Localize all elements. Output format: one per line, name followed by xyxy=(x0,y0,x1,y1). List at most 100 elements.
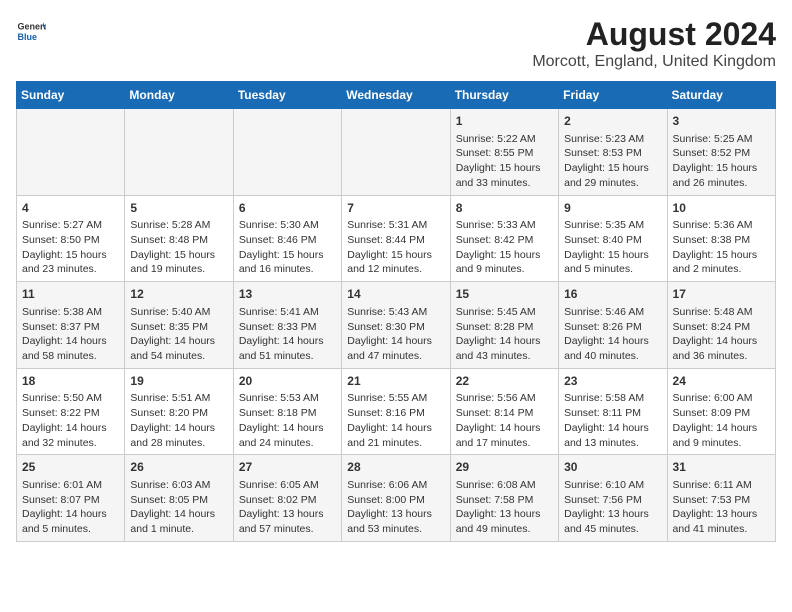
day-info: Sunrise: 5:48 AM Sunset: 8:24 PM Dayligh… xyxy=(673,305,770,364)
day-number: 1 xyxy=(456,113,553,130)
day-info: Sunrise: 5:25 AM Sunset: 8:52 PM Dayligh… xyxy=(673,132,770,191)
calendar-cell: 25 Sunrise: 6:01 AM Sunset: 8:07 PM Dayli… xyxy=(17,455,125,542)
day-info: Sunrise: 5:43 AM Sunset: 8:30 PM Dayligh… xyxy=(347,305,444,364)
day-info: Sunrise: 5:55 AM Sunset: 8:16 PM Dayligh… xyxy=(347,391,444,450)
calendar-cell: 4Sunrise: 5:27 AM Sunset: 8:50 PM Daylig… xyxy=(17,195,125,282)
calendar-cell: 17Sunrise: 5:48 AM Sunset: 8:24 PM Dayli… xyxy=(667,282,775,369)
calendar-cell: 29Sunrise: 6:08 AM Sunset: 7:58 PM Dayli… xyxy=(450,455,558,542)
day-number: 23 xyxy=(564,373,661,390)
calendar-cell: 5Sunrise: 5:28 AM Sunset: 8:48 PM Daylig… xyxy=(125,195,233,282)
page-header: General Blue August 2024 Morcott, Englan… xyxy=(16,16,776,71)
calendar-table: SundayMondayTuesdayWednesdayThursdayFrid… xyxy=(16,81,776,542)
day-number: 11 xyxy=(22,286,119,303)
day-number: 19 xyxy=(130,373,227,390)
day-info: Sunrise: 6:00 AM Sunset: 8:09 PM Dayligh… xyxy=(673,391,770,450)
day-number: 22 xyxy=(456,373,553,390)
calendar-cell: 22Sunrise: 5:56 AM Sunset: 8:14 PM Dayli… xyxy=(450,368,558,455)
day-number: 4 xyxy=(22,200,119,217)
day-info: Sunrise: 6:05 AM Sunset: 8:02 PM Dayligh… xyxy=(239,478,336,537)
day-number: 12 xyxy=(130,286,227,303)
day-number: 14 xyxy=(347,286,444,303)
calendar-title: August 2024 xyxy=(532,16,776,53)
day-info: Sunrise: 6:01 AM Sunset: 8:07 PM Dayligh… xyxy=(22,478,119,537)
day-info: Sunrise: 5:31 AM Sunset: 8:44 PM Dayligh… xyxy=(347,218,444,277)
day-info: Sunrise: 5:33 AM Sunset: 8:42 PM Dayligh… xyxy=(456,218,553,277)
svg-text:General: General xyxy=(18,22,47,32)
day-info: Sunrise: 5:35 AM Sunset: 8:40 PM Dayligh… xyxy=(564,218,661,277)
day-info: Sunrise: 5:53 AM Sunset: 8:18 PM Dayligh… xyxy=(239,391,336,450)
header-cell-wednesday: Wednesday xyxy=(342,82,450,109)
day-number: 25 xyxy=(22,459,119,476)
calendar-cell: 15Sunrise: 5:45 AM Sunset: 8:28 PM Dayli… xyxy=(450,282,558,369)
header-cell-sunday: Sunday xyxy=(17,82,125,109)
day-number: 7 xyxy=(347,200,444,217)
day-info: Sunrise: 5:51 AM Sunset: 8:20 PM Dayligh… xyxy=(130,391,227,450)
day-number: 18 xyxy=(22,373,119,390)
day-number: 28 xyxy=(347,459,444,476)
calendar-cell: 10Sunrise: 5:36 AM Sunset: 8:38 PM Dayli… xyxy=(667,195,775,282)
day-number: 5 xyxy=(130,200,227,217)
calendar-cell: 21Sunrise: 5:55 AM Sunset: 8:16 PM Dayli… xyxy=(342,368,450,455)
calendar-cell xyxy=(342,109,450,196)
calendar-cell: 6Sunrise: 5:30 AM Sunset: 8:46 PM Daylig… xyxy=(233,195,341,282)
calendar-cell: 19Sunrise: 5:51 AM Sunset: 8:20 PM Dayli… xyxy=(125,368,233,455)
day-info: Sunrise: 5:56 AM Sunset: 8:14 PM Dayligh… xyxy=(456,391,553,450)
calendar-cell: 13Sunrise: 5:41 AM Sunset: 8:33 PM Dayli… xyxy=(233,282,341,369)
calendar-cell xyxy=(233,109,341,196)
calendar-cell: 20Sunrise: 5:53 AM Sunset: 8:18 PM Dayli… xyxy=(233,368,341,455)
calendar-week-row: 18Sunrise: 5:50 AM Sunset: 8:22 PM Dayli… xyxy=(17,368,776,455)
calendar-cell: 30 Sunrise: 6:10 AM Sunset: 7:56 PM Dayli… xyxy=(559,455,667,542)
day-info: Sunrise: 6:06 AM Sunset: 8:00 PM Dayligh… xyxy=(347,478,444,537)
day-number: 20 xyxy=(239,373,336,390)
day-info: Sunrise: 5:23 AM Sunset: 8:53 PM Dayligh… xyxy=(564,132,661,191)
calendar-cell: 28 Sunrise: 6:06 AM Sunset: 8:00 PM Dayli… xyxy=(342,455,450,542)
day-number: 31 xyxy=(673,459,770,476)
calendar-cell xyxy=(17,109,125,196)
day-info: Sunrise: 5:28 AM Sunset: 8:48 PM Dayligh… xyxy=(130,218,227,277)
title-area: August 2024 Morcott, England, United Kin… xyxy=(532,16,776,71)
calendar-week-row: 1 Sunrise: 5:22 AM Sunset: 8:55 PM Daylig… xyxy=(17,109,776,196)
calendar-subtitle: Morcott, England, United Kingdom xyxy=(532,53,776,71)
day-number: 27 xyxy=(239,459,336,476)
header-cell-saturday: Saturday xyxy=(667,82,775,109)
day-info: Sunrise: 5:50 AM Sunset: 8:22 PM Dayligh… xyxy=(22,391,119,450)
day-number: 10 xyxy=(673,200,770,217)
day-info: Sunrise: 5:58 AM Sunset: 8:11 PM Dayligh… xyxy=(564,391,661,450)
header-cell-monday: Monday xyxy=(125,82,233,109)
day-number: 2 xyxy=(564,113,661,130)
day-info: Sunrise: 5:36 AM Sunset: 8:38 PM Dayligh… xyxy=(673,218,770,277)
logo-icon: General Blue xyxy=(16,16,46,46)
day-info: Sunrise: 5:30 AM Sunset: 8:46 PM Dayligh… xyxy=(239,218,336,277)
calendar-week-row: 4Sunrise: 5:27 AM Sunset: 8:50 PM Daylig… xyxy=(17,195,776,282)
calendar-cell: 14 Sunrise: 5:43 AM Sunset: 8:30 PM Dayli… xyxy=(342,282,450,369)
calendar-cell: 2 Sunrise: 5:23 AM Sunset: 8:53 PM Daylig… xyxy=(559,109,667,196)
day-number: 13 xyxy=(239,286,336,303)
logo: General Blue xyxy=(16,16,46,46)
header-cell-friday: Friday xyxy=(559,82,667,109)
day-number: 24 xyxy=(673,373,770,390)
day-info: Sunrise: 6:10 AM Sunset: 7:56 PM Dayligh… xyxy=(564,478,661,537)
calendar-cell: 18Sunrise: 5:50 AM Sunset: 8:22 PM Dayli… xyxy=(17,368,125,455)
calendar-body: 1 Sunrise: 5:22 AM Sunset: 8:55 PM Daylig… xyxy=(17,109,776,542)
day-number: 9 xyxy=(564,200,661,217)
header-cell-tuesday: Tuesday xyxy=(233,82,341,109)
calendar-cell: 24Sunrise: 6:00 AM Sunset: 8:09 PM Dayli… xyxy=(667,368,775,455)
calendar-cell: 26 Sunrise: 6:03 AM Sunset: 8:05 PM Dayli… xyxy=(125,455,233,542)
day-number: 26 xyxy=(130,459,227,476)
calendar-cell: 3 Sunrise: 5:25 AM Sunset: 8:52 PM Daylig… xyxy=(667,109,775,196)
day-info: Sunrise: 5:40 AM Sunset: 8:35 PM Dayligh… xyxy=(130,305,227,364)
day-number: 3 xyxy=(673,113,770,130)
calendar-cell: 16Sunrise: 5:46 AM Sunset: 8:26 PM Dayli… xyxy=(559,282,667,369)
day-info: Sunrise: 6:03 AM Sunset: 8:05 PM Dayligh… xyxy=(130,478,227,537)
calendar-cell: 7Sunrise: 5:31 AM Sunset: 8:44 PM Daylig… xyxy=(342,195,450,282)
day-number: 30 xyxy=(564,459,661,476)
day-info: Sunrise: 5:22 AM Sunset: 8:55 PM Dayligh… xyxy=(456,132,553,191)
calendar-cell: 11 Sunrise: 5:38 AM Sunset: 8:37 PM Dayli… xyxy=(17,282,125,369)
day-number: 21 xyxy=(347,373,444,390)
day-info: Sunrise: 6:08 AM Sunset: 7:58 PM Dayligh… xyxy=(456,478,553,537)
calendar-header-row: SundayMondayTuesdayWednesdayThursdayFrid… xyxy=(17,82,776,109)
day-info: Sunrise: 6:11 AM Sunset: 7:53 PM Dayligh… xyxy=(673,478,770,537)
day-info: Sunrise: 5:38 AM Sunset: 8:37 PM Dayligh… xyxy=(22,305,119,364)
header-cell-thursday: Thursday xyxy=(450,82,558,109)
calendar-cell xyxy=(125,109,233,196)
